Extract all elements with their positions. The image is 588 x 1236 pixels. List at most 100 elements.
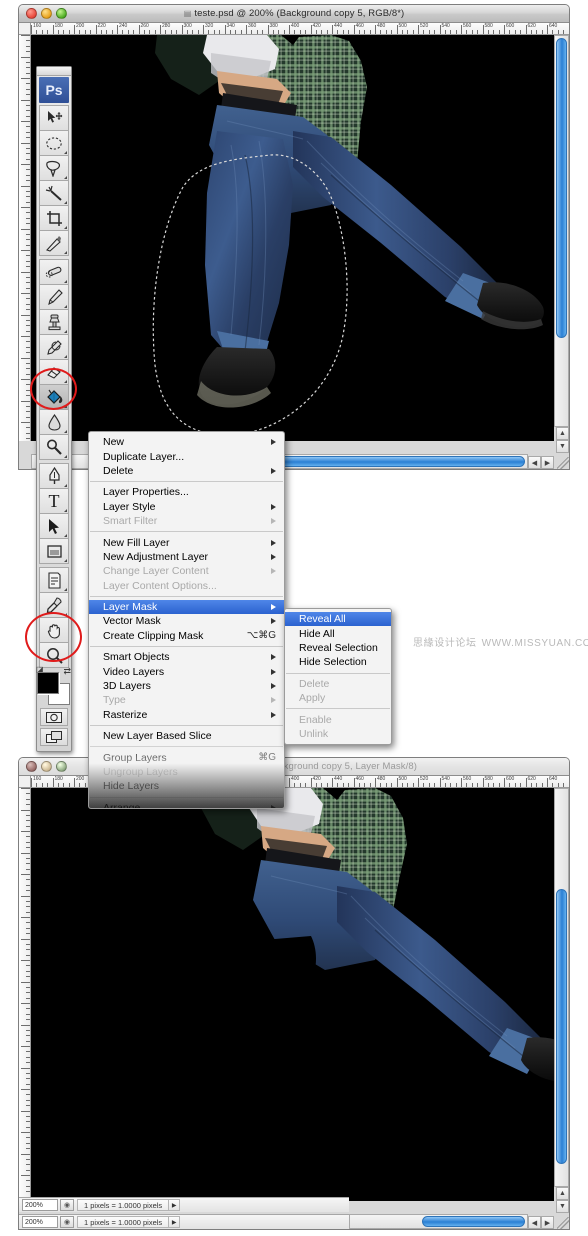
horizontal-scroll-thumb-bottom[interactable]	[422, 1216, 525, 1227]
scroll-up-arrow-bottom[interactable]: ▲	[556, 1187, 569, 1200]
menu-item-hide-layers[interactable]: Hide Layers	[89, 779, 284, 793]
zoom-button[interactable]	[56, 761, 67, 772]
menu-item-hide-selection[interactable]: Hide Selection	[285, 655, 391, 669]
menu-item-new-adjustment-layer[interactable]: New Adjustment Layer	[89, 550, 284, 564]
menu-item-reveal-selection[interactable]: Reveal Selection	[285, 641, 391, 655]
status-menu-arrow[interactable]: ▶	[168, 1199, 181, 1211]
crop-tool[interactable]	[39, 205, 69, 231]
image-canvas-bottom[interactable]	[31, 788, 554, 1201]
paint-bucket-tool[interactable]	[39, 384, 69, 410]
menu-item-layer-mask[interactable]: Layer Mask	[89, 599, 284, 615]
menu-item-smart-objects[interactable]: Smart Objects	[89, 650, 284, 664]
eraser-tool[interactable]	[39, 359, 69, 385]
photoshop-document-window-top[interactable]: ▤ teste.psd @ 200% (Background copy 5, RG…	[18, 4, 570, 470]
rectangle-shape-tool[interactable]	[39, 538, 69, 564]
elliptical-marquee-tool[interactable]	[39, 130, 69, 156]
status-proxy-button[interactable]: ◉	[60, 1216, 74, 1228]
photoshop-toolbox[interactable]: Ps T ◪ ⇄	[36, 66, 72, 752]
status-scale-text: 1 pixels = 1.0000 pixels	[77, 1199, 169, 1211]
horizontal-scroll-thumb-top[interactable]	[256, 456, 525, 467]
vertical-scrollbar-top[interactable]	[554, 35, 569, 427]
menu-item-hide-all[interactable]: Hide All	[285, 626, 391, 640]
type-tool[interactable]: T	[39, 488, 69, 514]
horizontal-scrollbar-bottom[interactable]	[349, 1214, 528, 1229]
vertical-scroll-thumb-top[interactable]	[556, 38, 567, 338]
tool-list[interactable]: T	[37, 105, 71, 668]
status-menu-arrow[interactable]: ▶	[168, 1216, 181, 1228]
scroll-left-arrow-top[interactable]: ◀	[528, 456, 541, 469]
move-tool[interactable]	[39, 105, 69, 131]
menu-item-label: Apply	[299, 692, 326, 705]
toolbox-drag-handle[interactable]	[37, 67, 71, 76]
scroll-down-arrow-top[interactable]: ▼	[556, 440, 569, 453]
screen-mode-button[interactable]	[40, 728, 68, 746]
menu-item-layer-properties[interactable]: Layer Properties...	[89, 485, 284, 499]
vertical-ruler-top[interactable]	[19, 35, 31, 441]
path-selection-tool[interactable]	[39, 513, 69, 539]
layer-mask-submenu[interactable]: Reveal All Hide All Reveal Selection Hide S…	[284, 608, 392, 746]
menu-item-create-clipping-mask[interactable]: Create Clipping Mask ⌥⌘G	[89, 629, 284, 643]
dodge-tool[interactable]	[39, 434, 69, 460]
submenu-arrow-icon	[271, 711, 276, 718]
scroll-up-arrow-top[interactable]: ▲	[556, 427, 569, 440]
history-brush-tool[interactable]	[39, 334, 69, 360]
menu-item-rasterize[interactable]: Rasterize	[89, 708, 284, 722]
resize-grip-bottom[interactable]	[557, 1217, 569, 1229]
layer-context-menu[interactable]: New Duplicate Layer... Delete Layer Propert…	[88, 431, 285, 809]
minimize-button[interactable]	[41, 8, 52, 19]
window-controls-top[interactable]	[19, 8, 67, 19]
menu-item-vector-mask[interactable]: Vector Mask	[89, 614, 284, 628]
swap-colors-icon[interactable]: ⇄	[63, 666, 71, 677]
menu-item-reveal-all[interactable]: Reveal All	[285, 612, 391, 627]
slice-tool[interactable]	[39, 230, 69, 256]
notes-tool[interactable]	[39, 567, 69, 593]
menu-item-duplicate-layer[interactable]: Duplicate Layer...	[89, 449, 284, 463]
menu-item-new-layer-based-slice[interactable]: New Layer Based Slice	[89, 729, 284, 743]
ruler-tick	[21, 357, 30, 359]
ruler-label: 380	[269, 23, 278, 29]
menu-item-new-fill-layer[interactable]: New Fill Layer	[89, 535, 284, 549]
color-swatches[interactable]: ◪ ⇄	[36, 665, 71, 706]
close-button[interactable]	[26, 761, 37, 772]
menu-item-delete[interactable]: Delete	[89, 464, 284, 478]
menu-item-new[interactable]: New	[89, 435, 284, 449]
menu-item-3d-layers[interactable]: 3D Layers	[89, 679, 284, 693]
pen-tool[interactable]	[39, 463, 69, 489]
photoshop-document-window-bottom[interactable]: ▤teste.psd @ 200% (Background copy 5, La…	[18, 757, 570, 1230]
scroll-right-arrow-top[interactable]: ▶	[541, 456, 554, 469]
menu-item-group-layers[interactable]: Group Layers ⌘G	[89, 750, 284, 764]
clone-stamp-tool[interactable]	[39, 309, 69, 335]
healing-brush-tool[interactable]	[39, 259, 69, 285]
status-proxy-button[interactable]: ◉	[60, 1199, 74, 1211]
minimize-button[interactable]	[41, 761, 52, 772]
blur-tool[interactable]	[39, 409, 69, 435]
scroll-left-arrow-bottom[interactable]: ◀	[528, 1216, 541, 1229]
foreground-color-swatch[interactable]	[37, 672, 59, 694]
magic-wand-tool[interactable]	[39, 180, 69, 206]
brush-tool[interactable]	[39, 284, 69, 310]
lasso-tool[interactable]	[39, 155, 69, 181]
menu-item-video-layers[interactable]: Video Layers	[89, 664, 284, 678]
zoom-button[interactable]	[56, 8, 67, 19]
menu-item-enable: Enable	[285, 712, 391, 726]
scroll-down-arrow-bottom[interactable]: ▼	[556, 1200, 569, 1213]
menu-item-label: Layer Mask	[103, 601, 158, 614]
menu-item-layer-style[interactable]: Layer Style	[89, 500, 284, 514]
eyedropper-tool[interactable]	[39, 592, 69, 618]
menu-item-arrange[interactable]: Arrange	[89, 801, 284, 808]
quick-mask-mode-button[interactable]	[40, 708, 68, 726]
vertical-scroll-thumb-bottom[interactable]	[556, 889, 567, 1164]
hand-tool[interactable]	[39, 617, 69, 643]
close-button[interactable]	[26, 8, 37, 19]
menu-item-label: New Layer Based Slice	[103, 730, 212, 743]
title-bar-top[interactable]: ▤ teste.psd @ 200% (Background copy 5, RG…	[19, 5, 569, 23]
resize-grip-top[interactable]	[557, 457, 569, 469]
scroll-right-arrow-bottom[interactable]: ▶	[541, 1216, 554, 1229]
vertical-ruler-bottom[interactable]	[19, 788, 31, 1201]
vertical-scrollbar-bottom[interactable]	[554, 788, 569, 1187]
image-canvas-top[interactable]	[31, 35, 554, 441]
zoom-level-field[interactable]: 200%	[22, 1199, 58, 1211]
horizontal-ruler-top[interactable]: 160 180 200 220 240 260 280 300 320 340 360 380 400 4…	[31, 23, 569, 35]
window-controls-bottom[interactable]	[19, 761, 67, 772]
zoom-level-field[interactable]: 200%	[22, 1216, 58, 1228]
